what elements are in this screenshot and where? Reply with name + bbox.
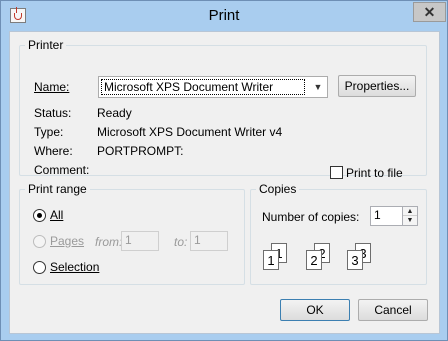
print-range-group: Print range All Pages from: 1 to: 1 Sele… <box>19 182 245 285</box>
all-label[interactable]: All <box>50 208 63 222</box>
collate-sheet: 3 <box>347 250 363 270</box>
dialog-content: Printer Name: Microsoft XPS Document Wri… <box>9 31 440 334</box>
copies-legend: Copies <box>256 182 300 196</box>
comment-label: Comment: <box>34 163 90 177</box>
chevron-down-icon[interactable]: ▼ <box>309 77 327 97</box>
window-title: Print <box>208 7 240 24</box>
cancel-label: Cancel <box>374 303 412 317</box>
where-value: PORTPROMPT: <box>97 144 184 158</box>
print-to-file-label[interactable]: Print to file <box>346 166 403 180</box>
all-radio[interactable] <box>33 209 46 222</box>
copies-field[interactable]: 1 <box>370 206 404 226</box>
close-icon: ✕ <box>423 3 436 20</box>
print-to-file-checkbox[interactable] <box>330 166 343 179</box>
ok-button[interactable]: OK <box>280 299 350 321</box>
name-label: Name: <box>34 80 70 94</box>
collate-sheet: 1 <box>263 250 279 270</box>
selection-label[interactable]: Selection <box>50 260 99 274</box>
from-field[interactable]: 1 <box>121 231 159 251</box>
to-field[interactable]: 1 <box>190 231 228 251</box>
title-bar[interactable]: Print ✕ <box>1 1 447 31</box>
type-label: Type: <box>34 125 64 139</box>
printer-name-select[interactable]: Microsoft XPS Document Writer ▼ <box>98 76 328 98</box>
spin-down-icon[interactable]: ▼ <box>403 216 417 225</box>
number-of-copies-label: Number of copies: <box>262 210 359 224</box>
status-value: Ready <box>97 106 132 120</box>
printer-legend: Printer <box>25 38 67 52</box>
collate-pages-icon: 1 1 2 2 3 3 <box>262 240 382 274</box>
printer-name-value: Microsoft XPS Document Writer <box>101 79 305 95</box>
printer-group: Printer Name: Microsoft XPS Document Wri… <box>19 38 427 180</box>
ok-label: OK <box>306 303 324 317</box>
to-label: to: <box>174 235 188 249</box>
copies-group: Copies Number of copies: 1 ▲ ▼ 1 1 2 2 3… <box>250 182 427 285</box>
pages-radio[interactable] <box>33 235 46 248</box>
from-label: from: <box>95 235 123 249</box>
properties-label: Properties... <box>344 79 410 93</box>
collate-sheet: 2 <box>306 250 322 270</box>
close-button[interactable]: ✕ <box>413 2 446 22</box>
number-of-copies-text: Number of copies: <box>262 210 360 224</box>
selection-radio[interactable] <box>33 261 46 274</box>
copies-spinner[interactable]: ▲ ▼ <box>402 206 418 226</box>
where-label: Where: <box>34 144 73 158</box>
status-label: Status: <box>34 106 72 120</box>
type-value: Microsoft XPS Document Writer v4 <box>97 125 283 139</box>
properties-button[interactable]: Properties... <box>338 75 416 97</box>
spin-up-icon[interactable]: ▲ <box>403 207 417 216</box>
cancel-button[interactable]: Cancel <box>358 299 428 321</box>
print-dialog-window: Print ✕ Printer Name: Microsoft XPS Docu… <box>0 0 448 341</box>
print-range-legend: Print range <box>25 182 90 196</box>
pages-label[interactable]: Pages <box>50 234 84 248</box>
